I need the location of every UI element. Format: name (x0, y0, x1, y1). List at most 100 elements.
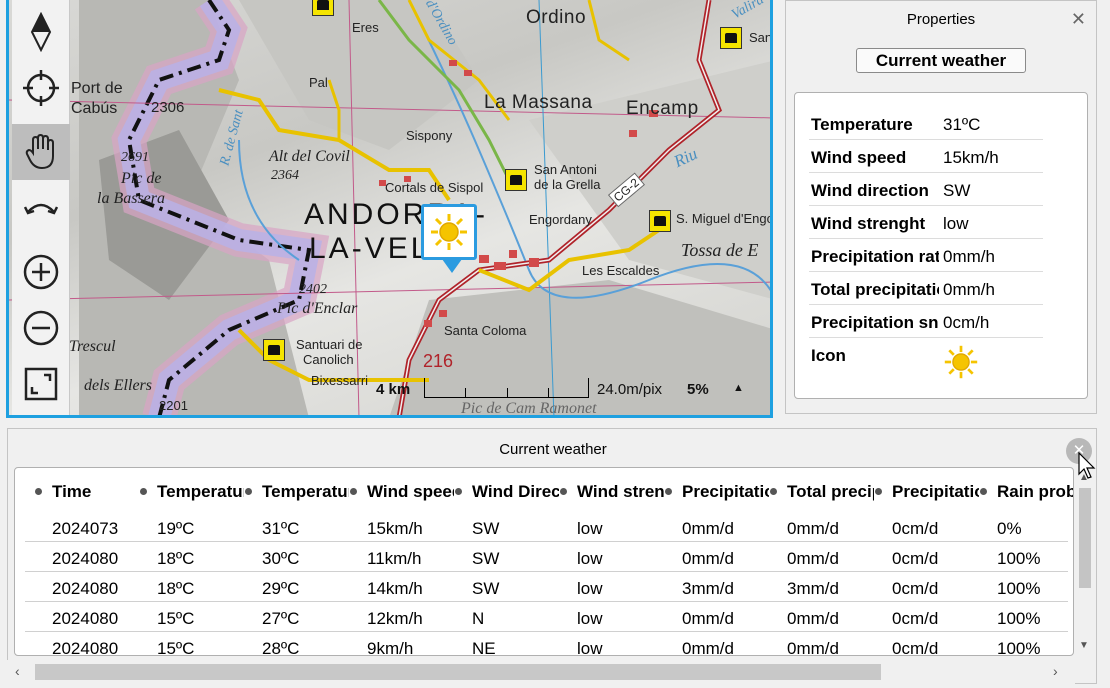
table-cell: 0mm/d (787, 549, 839, 568)
property-value: SW (943, 181, 971, 200)
sort-dot-icon (455, 488, 462, 496)
scroll-left-icon[interactable]: ‹ (15, 663, 20, 679)
property-key: Icon (811, 346, 846, 365)
property-key: Precipitation rate (811, 247, 939, 266)
center-button[interactable] (12, 60, 70, 116)
column-header[interactable]: Temperature min (140, 482, 244, 506)
table-cell: low (577, 519, 603, 538)
shelter-icon[interactable] (263, 339, 285, 361)
map-label: Tossa de E (681, 240, 759, 260)
property-value: low (943, 214, 969, 233)
sort-dot-icon (35, 488, 42, 496)
table-cell: 0mm/d (682, 639, 734, 656)
table-cell: 0mm/d (787, 639, 839, 656)
zoom-out-button[interactable] (12, 300, 70, 356)
map-label: Pic d'Enclar (277, 300, 358, 317)
table-cell: 27ºC (262, 609, 300, 628)
property-row: Precipitation snow 0cm/h (809, 305, 1043, 338)
shelter-icon[interactable] (312, 0, 334, 16)
table-row[interactable]: 2024073 19ºC 31ºC 15km/h SW low 0mm/d 0mm/d 0cm/… (25, 512, 1068, 542)
property-row: Wind direction SW (809, 173, 1043, 206)
scale-bar: 4 km 24.0m/pix 5% ▲ (369, 378, 754, 402)
column-header[interactable]: Wind Direction (455, 482, 559, 506)
compass-button[interactable] (12, 4, 70, 60)
shelter-icon[interactable] (649, 210, 671, 232)
map-label: 2306 (151, 99, 185, 116)
column-header[interactable]: Total precipitation (770, 482, 874, 506)
table-row[interactable]: 2024080 15ºC 28ºC 9km/h NE low 0mm/d 0mm/d 0cm/d… (25, 632, 1068, 656)
scroll-right-icon[interactable]: › (1053, 663, 1058, 679)
column-header[interactable]: Time (35, 482, 139, 506)
table-cell: 0% (997, 519, 1022, 538)
close-icon[interactable]: ✕ (1071, 9, 1086, 30)
column-label: Rain probability (997, 482, 1073, 501)
sort-dot-icon (980, 488, 987, 496)
map-label: Canolich (303, 352, 354, 367)
column-label: Temperature max (262, 482, 349, 501)
table-cell: low (577, 609, 603, 628)
weather-table: Time Temperature min Temperature max Wind s… (14, 467, 1074, 656)
zoom-in-button[interactable] (12, 244, 70, 300)
scrollbar-thumb[interactable] (1079, 488, 1091, 588)
column-header[interactable]: Temperature max (245, 482, 349, 506)
table-row[interactable]: 2024080 15ºC 27ºC 12km/h Nlow 0mm/d 0mm/d 0cm/d… (25, 602, 1068, 632)
table-cell: low (577, 549, 603, 568)
map-label: Trescul (69, 338, 116, 355)
table-cell: 29ºC (262, 579, 300, 598)
table-cell: 30ºC (262, 549, 300, 568)
table-cell: low (577, 579, 603, 598)
scrollbar-thumb[interactable] (35, 664, 881, 680)
table-cell: 31ºC (262, 519, 300, 538)
map-view[interactable]: Ordino Eres Pal La Massana Encamp Sispon… (6, 0, 773, 418)
column-header[interactable]: Wind speed (350, 482, 454, 506)
map-label: Pic de Cam Ramonet (461, 400, 597, 417)
sort-dot-icon (560, 488, 567, 496)
table-cell: SW (472, 579, 500, 598)
map-label: Engordany (529, 212, 592, 227)
table-cell: 0cm/d (892, 639, 939, 656)
vertical-scrollbar[interactable]: ▲ ▼ (1075, 470, 1095, 660)
table-cell: 100% (997, 639, 1041, 656)
map-label: 2201 (159, 398, 188, 413)
rotate-button[interactable] (12, 180, 70, 236)
property-icon (943, 344, 979, 385)
map-label: dels Ellers (84, 377, 152, 394)
sort-dot-icon (140, 488, 147, 496)
triangle-up-icon[interactable]: ▲ (733, 382, 744, 394)
fit-screen-button[interactable] (12, 356, 70, 412)
column-header[interactable]: Precipitation (665, 482, 769, 506)
table-cell: NE (472, 639, 496, 656)
column-header[interactable]: Precipitation snow (875, 482, 979, 506)
shelter-icon[interactable] (505, 169, 527, 191)
sort-dot-icon (665, 488, 672, 496)
table-cell: 0cm/d (892, 519, 939, 538)
map-label: Santuari de (296, 337, 363, 352)
column-header[interactable]: Wind strenght (560, 482, 664, 506)
table-cell: 100% (997, 579, 1041, 598)
sort-dot-icon (245, 488, 252, 496)
table-cell: 3mm/d (682, 579, 734, 598)
map-label: Encamp (626, 98, 699, 119)
table-cell: 14km/h (367, 579, 423, 598)
horizontal-scrollbar[interactable]: ‹ › (7, 660, 1075, 684)
pan-button[interactable] (12, 124, 70, 180)
sort-dot-icon (875, 488, 882, 496)
current-weather-button[interactable]: Current weather (856, 48, 1026, 73)
table-row[interactable]: 2024080 18ºC 29ºC 14km/h SW low 3mm/d 3mm/d 0cm/… (25, 572, 1068, 602)
fit-screen-icon (24, 367, 58, 401)
column-header[interactable]: Rain probability (980, 482, 1073, 506)
table-cell: N (472, 609, 485, 628)
table-cell: 18ºC (157, 579, 195, 598)
table-cell: 2024080 (52, 609, 119, 628)
table-cell: 15ºC (157, 609, 195, 628)
weather-marker[interactable] (421, 204, 477, 273)
table-cell: SW (472, 519, 500, 538)
scroll-down-icon[interactable]: ▼ (1079, 640, 1089, 651)
property-value: 0cm/h (943, 313, 990, 332)
property-row: Temperature 31ºC (809, 107, 1043, 140)
shelter-icon[interactable] (720, 27, 742, 49)
property-key: Precipitation snow (811, 313, 939, 332)
table-row[interactable]: 2024080 18ºC 30ºC 11km/h SW low 0mm/d 0mm/d 0cm/… (25, 542, 1068, 572)
table-cell: 15ºC (157, 639, 195, 656)
table-cell: 3mm/d (787, 579, 839, 598)
